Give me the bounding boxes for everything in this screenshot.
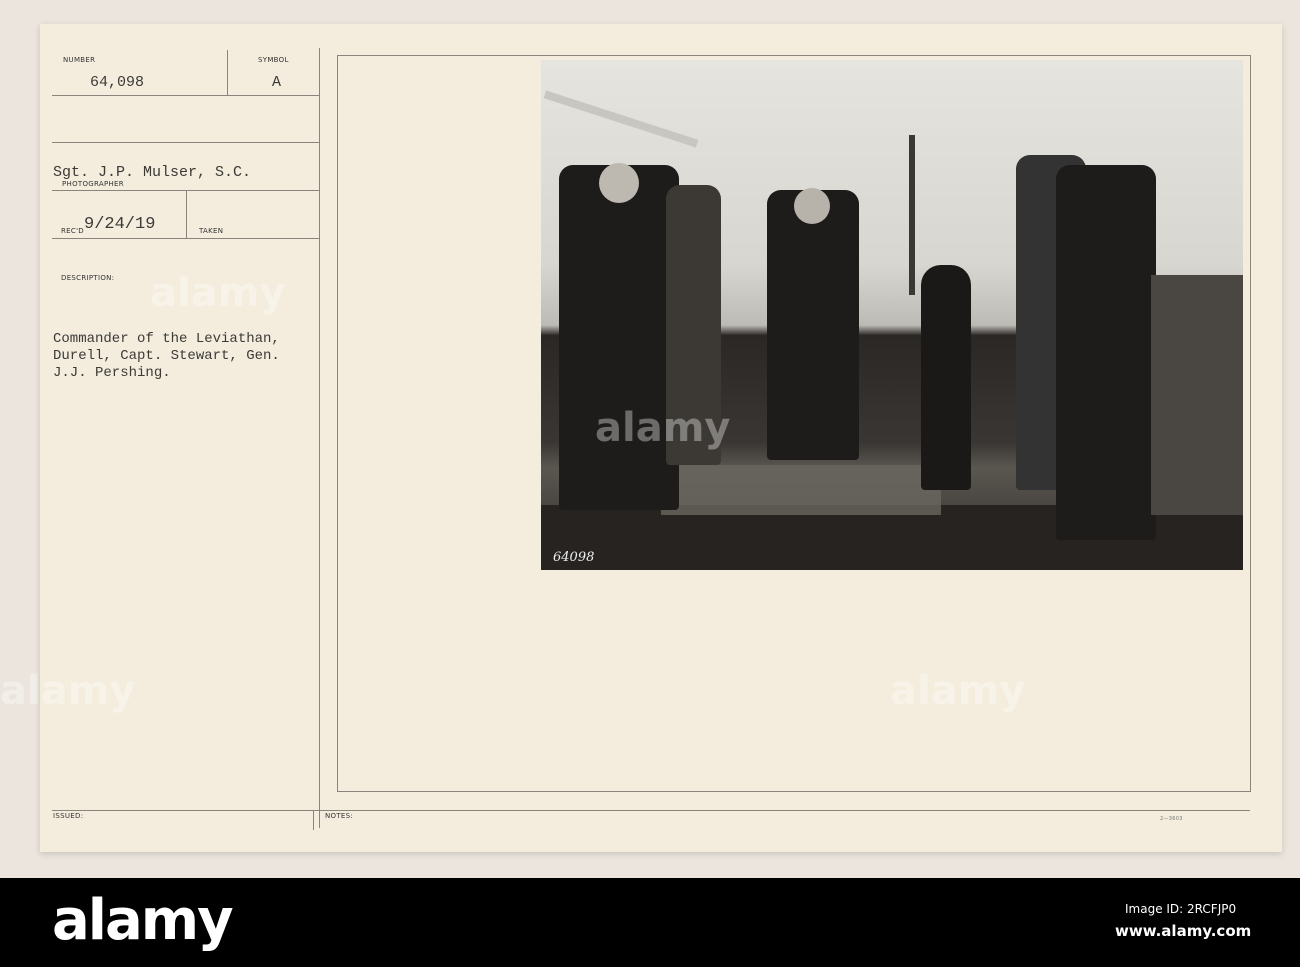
negative-number: 64098 [553,550,595,565]
issued-label: ISSUED: [53,812,84,820]
divider [52,810,1250,811]
mast [909,135,915,295]
symbol-label: SYMBOL [258,56,289,64]
watermark: alamy [0,668,136,714]
image-id: Image ID: 2RCFJP0 [1125,902,1237,916]
description: Commander of the Leviathan, Durell, Capt… [53,331,280,382]
description-line: J.J. Pershing. [53,365,171,381]
description-label: DESCRIPTION: [61,274,115,282]
face [794,188,830,224]
number-label: NUMBER [63,56,96,64]
divider [52,238,319,239]
person [559,165,679,510]
symbol-value: A [272,74,282,91]
deck-grating [661,465,941,515]
person [1056,165,1156,540]
description-line: Durell, Capt. Stewart, Gen. [53,348,280,364]
photograph: 64098 [541,60,1243,570]
number-value: 64,098 [90,74,145,91]
photographer-label: PHOTOGRAPHER [62,180,124,188]
alamy-logo: alamy [52,888,234,953]
divider [313,810,314,830]
form-number: 2—3603 [1160,816,1183,822]
face [599,163,639,203]
person [767,190,859,460]
railing [543,90,699,148]
notes-label: NOTES: [325,812,354,820]
photographer-value: Sgt. J.P. Mulser, S.C. [53,164,252,181]
taken-label: TAKEN [199,227,224,235]
watermark: alamy [595,405,731,451]
watermark: alamy [890,668,1026,714]
description-line: Commander of the Leviathan, [53,331,280,347]
divider [227,50,228,95]
binnacle [921,265,971,490]
divider [319,48,320,828]
divider [52,95,319,96]
recd-date: 9/24/19 [84,215,156,234]
ship-structure [1151,275,1243,515]
recd-label: REC'D [61,227,84,235]
divider [52,142,319,143]
site-url[interactable]: www.alamy.com [1115,922,1251,940]
divider [186,190,187,238]
watermark: alamy [150,270,286,316]
